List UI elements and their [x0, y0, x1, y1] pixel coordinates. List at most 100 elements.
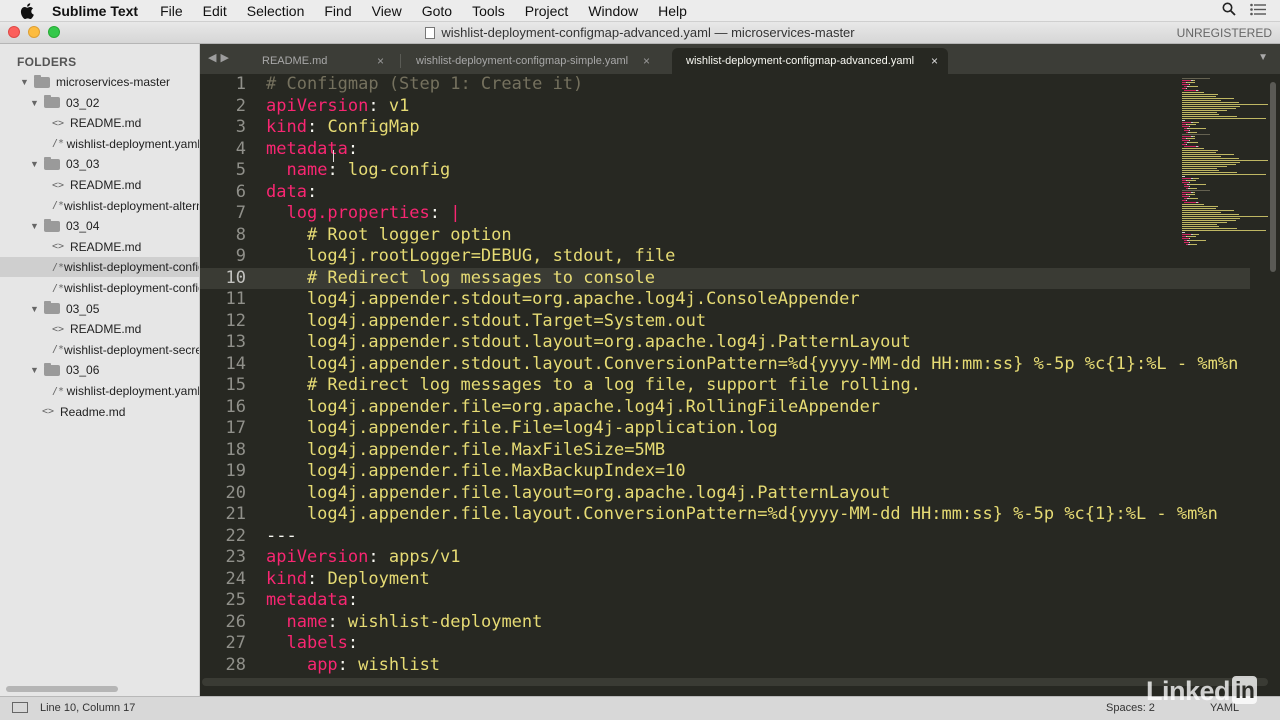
minimap-stroke [1182, 214, 1239, 215]
menu-edit[interactable]: Edit [203, 3, 227, 19]
folder-icon [34, 74, 50, 88]
disclosure-triangle-icon[interactable]: ▼ [30, 159, 40, 169]
sidebar-file[interactable]: <> README.md [0, 175, 199, 195]
tab-prev-icon[interactable]: ◀ [208, 52, 220, 64]
sidebar-folder[interactable]: ▼ 03_06 [0, 360, 199, 380]
code-line[interactable]: apiVersion: v1 [266, 96, 409, 118]
code-line[interactable]: log4j.appender.file.layout=org.apache.lo… [266, 483, 890, 505]
disclosure-triangle-icon[interactable]: ▼ [20, 77, 30, 87]
disclosure-triangle-icon[interactable]: ▼ [30, 304, 40, 314]
folder-icon [44, 156, 60, 170]
minimap-stroke [1182, 230, 1266, 231]
code-line[interactable]: log4j.appender.stdout.Target=System.out [266, 311, 706, 333]
code-line[interactable]: log4j.appender.stdout.layout=org.apache.… [266, 332, 911, 354]
menu-selection[interactable]: Selection [247, 3, 305, 19]
code-token: Deployment [327, 568, 430, 589]
notification-center-icon[interactable] [1250, 3, 1266, 19]
sidebar-file[interactable]: /* wishlist-deployment.yaml [0, 134, 200, 154]
sidebar-file[interactable]: /*wishlist-deployment-alternate.yaml [0, 196, 199, 216]
code-line[interactable]: log4j.appender.stdout.layout.ConversionP… [266, 354, 1238, 376]
code-line[interactable]: log4j.appender.file.MaxBackupIndex=10 [266, 461, 686, 483]
minimap[interactable] [1182, 74, 1268, 274]
tab-next-icon[interactable]: ▶ [220, 52, 232, 64]
editor-vertical-scrollbar[interactable] [1270, 82, 1276, 272]
code-line[interactable]: # Redirect log messages to console [266, 268, 655, 290]
tab-close-icon[interactable]: × [643, 54, 650, 68]
code-line[interactable]: kind: ConfigMap [266, 117, 420, 139]
code-line[interactable]: log4j.appender.stdout=org.apache.log4j.C… [266, 289, 860, 311]
tree-item-label: wishlist-deployment.yaml [66, 136, 200, 151]
code-editor[interactable]: 1 # Configmap (Step 1: Create it) 2 apiVers… [200, 74, 1280, 686]
apple-logo-icon[interactable] [20, 2, 38, 19]
menu-goto[interactable]: Goto [422, 3, 452, 19]
code-line[interactable]: log.properties: | [266, 203, 460, 225]
code-token: labels [286, 633, 348, 653]
code-line[interactable]: # Configmap (Step 1: Create it) [266, 74, 583, 96]
sidebar-folder[interactable]: ▼ 03_02 [0, 93, 199, 113]
editor-horizontal-scrollbar[interactable] [202, 678, 1268, 686]
code-line[interactable]: log4j.appender.file.MaxFileSize=5MB [266, 440, 665, 462]
sidebar-folder[interactable]: ▼ 03_05 [0, 299, 199, 319]
code-line[interactable]: # Root logger option [266, 225, 512, 247]
sidebar-file[interactable]: <> README.md [0, 237, 199, 257]
code-token: kind [266, 117, 307, 137]
code-line[interactable]: metadata: [266, 590, 358, 612]
app-menu[interactable]: Sublime Text [52, 3, 138, 19]
code-line[interactable]: # Redirect log messages to a log file, s… [266, 375, 921, 397]
menu-project[interactable]: Project [525, 3, 569, 19]
code-token: : [306, 181, 318, 202]
panel-toggle-icon[interactable] [12, 702, 28, 713]
sidebar-file[interactable]: /*wishlist-deployment-configmap-simple.y… [0, 278, 199, 298]
code-line[interactable]: log4j.appender.file=org.apache.log4j.Rol… [266, 397, 880, 419]
sidebar-file[interactable]: <> Readme.md [0, 402, 199, 422]
menu-tools[interactable]: Tools [472, 3, 505, 19]
disclosure-triangle-icon[interactable]: ▼ [30, 221, 40, 231]
code-line[interactable]: metadata: [266, 139, 358, 161]
sidebar-folder[interactable]: ▼ microservices-master [0, 72, 199, 92]
code-line[interactable]: data: [266, 182, 317, 204]
menu-window[interactable]: Window [588, 3, 638, 19]
sidebar-file[interactable]: /*wishlist-deployment-secret.yaml [0, 340, 199, 360]
code-line[interactable]: app: wishlist [266, 655, 440, 677]
menu-help[interactable]: Help [658, 3, 687, 19]
menu-view[interactable]: View [372, 3, 402, 19]
spotlight-search-icon[interactable] [1222, 2, 1236, 19]
minimap-stroke [1182, 162, 1240, 163]
code-line[interactable]: kind: Deployment [266, 569, 430, 591]
code-line[interactable]: apiVersion: apps/v1 [266, 547, 461, 569]
tab-readme[interactable]: README.md × [248, 48, 394, 74]
sidebar-file[interactable]: <> README.md [0, 319, 199, 339]
sidebar-folder[interactable]: ▼ 03_04 [0, 216, 199, 236]
code-line[interactable]: name: log-config [266, 160, 450, 182]
line-number: 27 [225, 633, 246, 653]
code-line[interactable]: log4j.rootLogger=DEBUG, stdout, file [266, 246, 675, 268]
menu-find[interactable]: Find [324, 3, 351, 19]
folder-icon [44, 95, 60, 109]
tree-item-label: 03_02 [66, 95, 100, 110]
code-line[interactable]: labels: [266, 633, 358, 655]
disclosure-triangle-icon[interactable]: ▼ [30, 98, 40, 108]
sidebar-file[interactable]: /* wishlist-deployment.yaml [0, 381, 199, 401]
tab-configmap-simple[interactable]: wishlist-deployment-configmap-simple.yam… [402, 48, 660, 74]
tab-configmap-advanced[interactable]: wishlist-deployment-configmap-advanced.y… [672, 48, 948, 74]
code-file-icon: /* [52, 261, 65, 273]
tab-list-dropdown-icon[interactable]: ▼ [1258, 52, 1268, 63]
minimap-stroke [1187, 82, 1196, 83]
tab-close-icon[interactable]: × [377, 54, 384, 68]
code-line[interactable]: name: wishlist-deployment [266, 612, 542, 634]
sidebar-file[interactable]: /*wishlist-deployment-configmap-advanced… [0, 257, 199, 278]
tab-nav-arrows[interactable]: ◀▶ [208, 51, 233, 64]
sidebar-horizontal-scrollbar[interactable] [6, 686, 118, 692]
code-token: log4j.appender.stdout.layout=org.apache.… [266, 332, 911, 352]
sidebar-folder[interactable]: ▼ 03_03 [0, 154, 199, 174]
tab-close-icon[interactable]: × [931, 54, 938, 68]
sidebar-file[interactable]: <> README.md [0, 113, 199, 133]
disclosure-triangle-icon[interactable]: ▼ [30, 365, 40, 375]
minimap-stroke [1189, 142, 1199, 143]
code-line[interactable]: --- [266, 526, 297, 548]
menu-file[interactable]: File [160, 3, 183, 19]
code-line[interactable]: log4j.appender.file.layout.ConversionPat… [266, 504, 1218, 526]
code-line[interactable]: log4j.appender.file.File=log4j-applicati… [266, 418, 778, 440]
